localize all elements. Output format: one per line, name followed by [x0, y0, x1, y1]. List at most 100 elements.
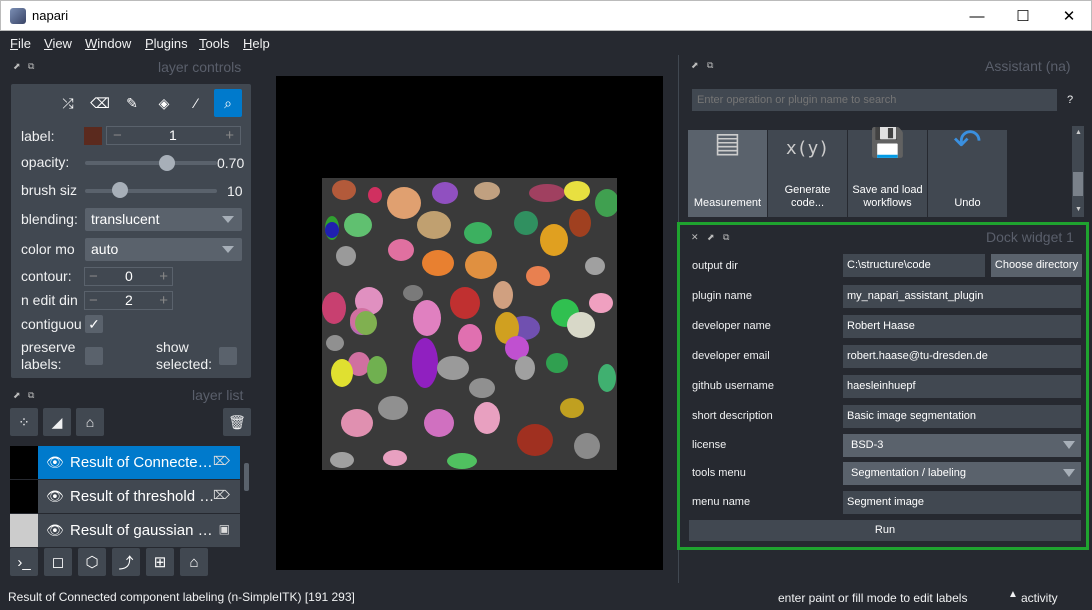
- activity-arrow-icon[interactable]: ▲: [1008, 589, 1018, 600]
- float-icon[interactable]: ⬈: [691, 60, 699, 71]
- zoom-icon[interactable]: ⌕: [214, 89, 242, 117]
- menu-tools[interactable]: Tools: [199, 36, 229, 51]
- layer-controls-header: layer controls: [158, 59, 242, 75]
- layer-name: Result of gaussian blur: [70, 522, 220, 539]
- menu-file[interactable]: File: [10, 36, 31, 51]
- float-icon[interactable]: ⬈: [13, 390, 21, 401]
- close-button[interactable]: ✕: [1046, 1, 1092, 31]
- blending-dropdown[interactable]: translucent: [85, 208, 242, 231]
- label-value: 1: [169, 127, 177, 143]
- developer-email-field[interactable]: robert.haase@tu-dresden.de: [843, 345, 1081, 368]
- n-edit-dim-label: n edit din: [21, 292, 78, 308]
- opacity-slider-handle[interactable]: [159, 155, 175, 171]
- maximize-button[interactable]: ☐: [1000, 1, 1046, 31]
- shuffle-icon[interactable]: ⤮: [54, 89, 82, 117]
- new-points-layer-icon[interactable]: ⁘: [10, 408, 38, 436]
- grid-icon[interactable]: ⊞: [146, 548, 174, 576]
- color-picker-icon[interactable]: ⁄: [182, 89, 210, 117]
- opacity-label: opacity:: [21, 154, 70, 170]
- license-dropdown[interactable]: BSD-3: [843, 434, 1081, 457]
- plugin-name-field[interactable]: my_napari_assistant_plugin: [843, 285, 1081, 308]
- eye-icon[interactable]: 👁: [46, 454, 64, 471]
- eraser-icon[interactable]: ⌫: [86, 89, 114, 117]
- float-icon[interactable]: ⬈: [13, 61, 21, 72]
- github-username-field[interactable]: haesleinhuepf: [843, 375, 1081, 398]
- float-icon[interactable]: ⬈: [707, 232, 715, 243]
- dock-icon[interactable]: ⧉: [707, 60, 713, 71]
- tile-generate-code[interactable]: x(y) Generate code...: [768, 130, 847, 217]
- tools-menu-value: Segmentation / labeling: [851, 467, 966, 479]
- brush-size-slider-handle[interactable]: [112, 182, 128, 198]
- preserve-labels-checkbox[interactable]: [85, 347, 103, 365]
- dock-icon[interactable]: ⧉: [28, 390, 34, 401]
- tile-measurement[interactable]: ▤ Measurement: [688, 129, 767, 217]
- assistant-scrollbar[interactable]: ▲ ▼: [1072, 126, 1084, 217]
- transpose-icon[interactable]: ⤴: [112, 548, 140, 576]
- run-button[interactable]: Run: [689, 520, 1081, 541]
- roll-dims-icon[interactable]: ⬡: [78, 548, 106, 576]
- short-description-field[interactable]: Basic image segmentation: [843, 405, 1081, 428]
- color-mode-dropdown[interactable]: auto: [85, 238, 242, 261]
- dock-icon[interactable]: ⧉: [28, 61, 34, 72]
- layer-name: Result of threshold otsu: [70, 488, 220, 505]
- layer-row-gaussian[interactable]: 👁 Result of gaussian blur ▣: [10, 514, 240, 547]
- paintbrush-icon[interactable]: ✎: [118, 89, 146, 117]
- scroll-down-icon[interactable]: ▼: [1075, 206, 1082, 213]
- tile-save-load[interactable]: 💾 Save and load workflows: [848, 129, 927, 217]
- tile-undo[interactable]: ↶ Undo: [928, 123, 1007, 217]
- tools-menu-dropdown[interactable]: Segmentation / labeling: [843, 462, 1081, 485]
- close-icon[interactable]: ✕: [691, 232, 699, 243]
- undo-icon: ↶: [953, 123, 982, 161]
- assistant-search-input[interactable]: [692, 89, 1057, 111]
- brush-size-slider[interactable]: [85, 189, 217, 193]
- menu-plugins[interactable]: Plugins: [145, 36, 188, 51]
- status-text: Result of Connected component labeling (…: [8, 590, 355, 604]
- label-spinbox[interactable]: − 1 +: [106, 126, 241, 145]
- opacity-value: 0.70: [217, 155, 245, 171]
- plugin-name-label: plugin name: [692, 290, 752, 302]
- contour-spinbox[interactable]: − 0 +: [84, 267, 173, 286]
- menu-help[interactable]: Help: [243, 36, 270, 51]
- new-shapes-layer-icon[interactable]: ◢: [43, 408, 71, 436]
- contiguous-label: contiguou: [21, 316, 81, 332]
- fill-bucket-icon[interactable]: ◈: [150, 89, 178, 117]
- increment-icon[interactable]: +: [159, 268, 168, 285]
- menu-view[interactable]: View: [44, 36, 72, 51]
- chevron-down-icon: [1063, 441, 1075, 449]
- console-icon[interactable]: ›_: [10, 548, 38, 576]
- layer-list-header: layer list: [192, 387, 244, 403]
- developer-name-field[interactable]: Robert Haase: [843, 315, 1081, 338]
- activity-button[interactable]: activity: [1021, 591, 1058, 605]
- delete-layer-icon[interactable]: 🗑: [223, 408, 251, 436]
- decrement-icon[interactable]: −: [89, 268, 98, 285]
- dock-icon[interactable]: ⧉: [723, 232, 729, 243]
- ndisplay-square-icon[interactable]: ◻: [44, 548, 72, 576]
- show-selected-checkbox[interactable]: [219, 347, 237, 365]
- color-mode-label: color mo: [21, 241, 75, 257]
- brush-size-label: brush siz: [21, 182, 77, 198]
- eye-icon[interactable]: 👁: [46, 522, 64, 539]
- scroll-up-icon[interactable]: ▲: [1075, 129, 1082, 136]
- contiguous-checkbox[interactable]: ✓: [85, 315, 103, 333]
- increment-icon[interactable]: +: [159, 292, 168, 309]
- new-labels-layer-icon[interactable]: ⌂: [76, 408, 104, 436]
- decrement-icon[interactable]: −: [113, 127, 122, 144]
- home-icon[interactable]: ⌂: [180, 548, 208, 576]
- menu-window[interactable]: Window: [85, 36, 131, 51]
- eye-icon[interactable]: 👁: [46, 488, 64, 505]
- chevron-down-icon: [222, 246, 234, 253]
- scrollbar-handle[interactable]: [1073, 172, 1083, 196]
- layer-list-scrollbar[interactable]: [244, 463, 249, 491]
- layer-row-connected[interactable]: 👁 Result of Connected component labeling…: [10, 446, 240, 479]
- increment-icon[interactable]: +: [225, 127, 234, 144]
- tag-icon: ⌦: [213, 454, 230, 468]
- choose-directory-button[interactable]: Choose directory: [991, 254, 1082, 277]
- opacity-slider[interactable]: [85, 161, 217, 165]
- menu-name-field[interactable]: Segment image: [843, 491, 1081, 514]
- help-icon[interactable]: ?: [1067, 94, 1073, 106]
- output-dir-field[interactable]: C:\structure\code: [843, 254, 985, 277]
- layer-row-threshold[interactable]: 👁 Result of threshold otsu ⌦: [10, 480, 240, 513]
- decrement-icon[interactable]: −: [89, 292, 98, 309]
- n-edit-dim-spinbox[interactable]: − 2 +: [84, 291, 173, 310]
- minimize-button[interactable]: —: [954, 1, 1000, 31]
